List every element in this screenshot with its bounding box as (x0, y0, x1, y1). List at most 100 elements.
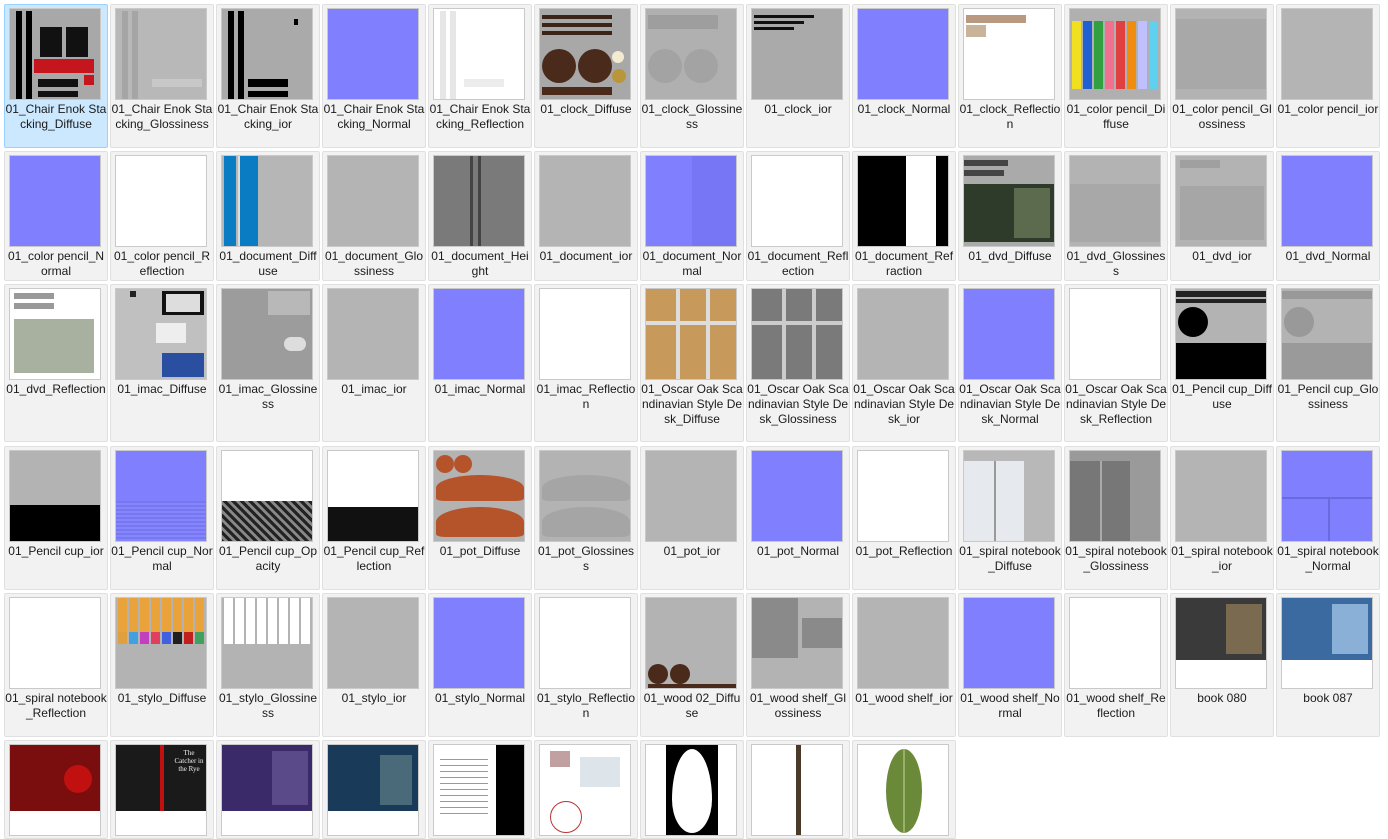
file-item[interactable]: The Catcher in the Rye (110, 740, 214, 839)
file-thumbnail (645, 155, 737, 247)
file-item[interactable]: 01_stylo_ior (322, 593, 426, 737)
file-item[interactable]: 01_Chair Enok Stacking_Diffuse (4, 4, 108, 148)
file-item[interactable]: 01_Chair Enok Stacking_Normal (322, 4, 426, 148)
file-item[interactable] (746, 740, 850, 839)
file-item[interactable]: 01_clock_Diffuse (534, 4, 638, 148)
file-name: 01_Pencil cup_Normal (111, 544, 213, 573)
file-item[interactable]: book 080 (1170, 593, 1274, 737)
file-thumbnail (539, 744, 631, 836)
file-thumbnail (433, 288, 525, 380)
file-item[interactable]: 01_Oscar Oak Scandinavian Style Desk_Nor… (958, 284, 1062, 442)
file-thumbnail (645, 8, 737, 100)
file-item[interactable]: 01_Chair Enok Stacking_ior (216, 4, 320, 148)
file-item[interactable]: 01_imac_Diffuse (110, 284, 214, 442)
file-item[interactable]: 01_dvd_Glossiness (1064, 151, 1168, 281)
file-item[interactable]: 01_stylo_Diffuse (110, 593, 214, 737)
file-thumbnail (751, 744, 843, 836)
file-item[interactable]: 01_Oscar Oak Scandinavian Style Desk_Dif… (640, 284, 744, 442)
file-item[interactable]: 01_imac_Normal (428, 284, 532, 442)
file-item[interactable]: 01_color pencil_Reflection (110, 151, 214, 281)
file-thumbnail (1069, 288, 1161, 380)
file-item[interactable]: 01_imac_ior (322, 284, 426, 442)
file-item[interactable]: 01_pot_Normal (746, 446, 850, 590)
file-thumbnail (433, 8, 525, 100)
file-item[interactable]: 01_document_ior (534, 151, 638, 281)
file-item[interactable]: 01_spiral notebook_Normal (1276, 446, 1380, 590)
file-item[interactable]: 01_pot_Diffuse (428, 446, 532, 590)
file-item[interactable]: 01_color pencil_Diffuse (1064, 4, 1168, 148)
file-item[interactable]: 01_clock_ior (746, 4, 850, 148)
file-item[interactable]: 01_document_Refraction (852, 151, 956, 281)
file-item[interactable]: 01_wood shelf_Normal (958, 593, 1062, 737)
file-thumbnail (1175, 155, 1267, 247)
file-item[interactable]: 01_Pencil cup_Normal (110, 446, 214, 590)
file-thumbnail (1281, 288, 1373, 380)
file-item[interactable]: 01_pot_Glossiness (534, 446, 638, 590)
file-thumbnail (539, 288, 631, 380)
file-item[interactable]: 01_Chair Enok Stacking_Glossiness (110, 4, 214, 148)
file-item[interactable]: 01_Pencil cup_Reflection (322, 446, 426, 590)
file-item[interactable]: 01_clock_Reflection (958, 4, 1062, 148)
file-item[interactable]: 01_document_Normal (640, 151, 744, 281)
file-item[interactable]: 01_dvd_Reflection (4, 284, 108, 442)
file-item[interactable]: 01_document_Reflection (746, 151, 850, 281)
file-item[interactable]: 01_Oscar Oak Scandinavian Style Desk_ior (852, 284, 956, 442)
file-item[interactable]: 01_stylo_Glossiness (216, 593, 320, 737)
file-item[interactable]: 01_wood shelf_Glossiness (746, 593, 850, 737)
file-item[interactable]: 01_stylo_Reflection (534, 593, 638, 737)
file-thumbnail (9, 288, 101, 380)
file-item[interactable] (216, 740, 320, 839)
file-item[interactable]: 01_spiral notebook_ior (1170, 446, 1274, 590)
file-item[interactable]: 01_pot_Reflection (852, 446, 956, 590)
file-thumbnail (1281, 8, 1373, 100)
file-item[interactable]: 01_pot_ior (640, 446, 744, 590)
file-name: 01_Pencil cup_ior (8, 544, 104, 558)
file-item[interactable]: 01_spiral notebook_Diffuse (958, 446, 1062, 590)
file-item[interactable]: 01_color pencil_Glossiness (1170, 4, 1274, 148)
file-item[interactable]: 01_stylo_Normal (428, 593, 532, 737)
file-name: 01_color pencil_Diffuse (1066, 102, 1166, 131)
file-item[interactable] (428, 740, 532, 839)
file-item[interactable]: 01_dvd_Normal (1276, 151, 1380, 281)
file-thumbnail (433, 597, 525, 689)
file-item[interactable]: 01_clock_Normal (852, 4, 956, 148)
file-item[interactable]: 01_spiral notebook_Reflection (4, 593, 108, 737)
file-thumbnail (9, 155, 101, 247)
file-item[interactable]: 01_wood 02_Diffuse (640, 593, 744, 737)
file-item[interactable]: 01_Pencil cup_Opacity (216, 446, 320, 590)
file-item[interactable]: 01_dvd_Diffuse (958, 151, 1062, 281)
file-name: 01_spiral notebook_Diffuse (959, 544, 1061, 573)
file-item[interactable]: 01_document_Diffuse (216, 151, 320, 281)
file-item[interactable] (534, 740, 638, 839)
file-item[interactable] (640, 740, 744, 839)
file-item[interactable]: 01_Pencil cup_Diffuse (1170, 284, 1274, 442)
file-item[interactable]: 01_document_Height (428, 151, 532, 281)
file-item[interactable]: 01_clock_Glossiness (640, 4, 744, 148)
file-item[interactable] (4, 740, 108, 839)
file-item[interactable]: 01_Oscar Oak Scandinavian Style Desk_Glo… (746, 284, 850, 442)
file-item[interactable]: 01_Pencil cup_Glossiness (1276, 284, 1380, 442)
file-thumbnail (857, 8, 949, 100)
file-item[interactable]: 01_imac_Glossiness (216, 284, 320, 442)
file-item[interactable]: 01_color pencil_Normal (4, 151, 108, 281)
file-item[interactable]: 01_document_Glossiness (322, 151, 426, 281)
file-name: 01_clock_Reflection (959, 102, 1061, 131)
file-name: 01_dvd_Diffuse (968, 249, 1052, 263)
file-item[interactable]: 01_Oscar Oak Scandinavian Style Desk_Ref… (1064, 284, 1168, 442)
file-item[interactable]: 01_imac_Reflection (534, 284, 638, 442)
file-item[interactable]: 01_dvd_ior (1170, 151, 1274, 281)
file-item[interactable] (322, 740, 426, 839)
file-item[interactable]: 01_Chair Enok Stacking_Reflection (428, 4, 532, 148)
file-item[interactable]: 01_color pencil_ior (1276, 4, 1380, 148)
file-name: 01_wood shelf_Glossiness (749, 691, 847, 720)
file-item[interactable]: 01_wood shelf_ior (852, 593, 956, 737)
file-item[interactable]: 01_spiral notebook_Glossiness (1064, 446, 1168, 590)
file-name: 01_color pencil_Normal (7, 249, 105, 278)
file-item[interactable]: book 087 (1276, 593, 1380, 737)
file-name: 01_pot_ior (663, 544, 721, 558)
file-item[interactable]: 01_Pencil cup_ior (4, 446, 108, 590)
file-name: book 080 (1197, 691, 1247, 705)
file-item[interactable] (852, 740, 956, 839)
file-thumbnail (1281, 450, 1373, 542)
file-item[interactable]: 01_wood shelf_Reflection (1064, 593, 1168, 737)
